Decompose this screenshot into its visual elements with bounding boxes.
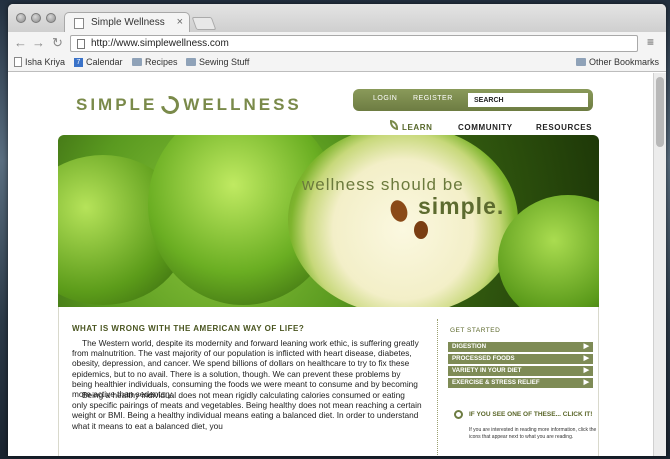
arrow-right-icon: ▶ xyxy=(583,379,589,386)
new-tab-button[interactable] xyxy=(191,17,217,30)
other-bookmarks-label: Other Bookmarks xyxy=(589,57,660,67)
minimize-window-button[interactable] xyxy=(31,13,41,23)
browser-window: Simple Wellness × ← → ↻ http://www.simpl… xyxy=(8,4,666,456)
close-window-button[interactable] xyxy=(16,13,26,23)
bookmark-label: Recipes xyxy=(145,57,178,67)
page-icon xyxy=(74,18,84,29)
sidebar-item-label: VARIETY IN YOUR DIET xyxy=(452,367,522,374)
apple-seed-image xyxy=(414,221,428,239)
nav-resources[interactable]: RESOURCES xyxy=(536,123,592,132)
back-arrow-icon[interactable]: ← xyxy=(14,35,27,51)
hero-tagline: wellness should be xyxy=(302,175,464,194)
bookmark-isha-kriya[interactable]: Isha Kriya xyxy=(14,57,65,67)
folder-icon xyxy=(132,58,142,66)
play-circle-icon[interactable] xyxy=(454,410,463,419)
page-icon xyxy=(77,39,85,49)
bookmark-sewing-stuff[interactable]: Sewing Stuff xyxy=(186,57,249,67)
folder-icon xyxy=(576,58,586,66)
menu-icon[interactable]: ≡ xyxy=(647,35,654,49)
sidebar-item-exercise[interactable]: EXERCISE & STRESS RELIEF ▶ xyxy=(448,378,593,388)
sidebar-item-label: PROCESSED FOODS xyxy=(452,355,515,362)
leaf-swirl-icon xyxy=(157,92,183,118)
forward-arrow-icon[interactable]: → xyxy=(32,35,45,51)
nav-learn[interactable]: LEARN xyxy=(402,123,433,132)
bookmarks-bar: Isha Kriya 7 Calendar Recipes Sewing Stu… xyxy=(8,54,666,72)
main-content: WHAT IS WRONG WITH THE AMERICAN WAY OF L… xyxy=(58,307,599,456)
site-logo[interactable]: SIMPLE WELLNESS xyxy=(76,92,302,118)
bookmark-label: Calendar xyxy=(86,57,123,67)
bookmark-recipes[interactable]: Recipes xyxy=(132,57,178,67)
sidebar-item-variety[interactable]: VARIETY IN YOUR DIET ▶ xyxy=(448,366,593,376)
column-divider xyxy=(437,319,438,456)
clickit-title: IF YOU SEE ONE OF THESE... CLICK IT! xyxy=(469,411,593,418)
bookmark-label: Sewing Stuff xyxy=(199,57,250,67)
get-started-title: GET STARTED xyxy=(450,327,501,334)
address-bar[interactable]: http://www.simplewellness.com xyxy=(70,35,638,52)
nav-community[interactable]: COMMUNITY xyxy=(458,123,513,132)
folder-icon xyxy=(186,58,196,66)
article-paragraph: Being a healthy individual does not mean… xyxy=(72,390,422,431)
arrow-right-icon: ▶ xyxy=(583,343,589,350)
leaf-icon xyxy=(390,120,398,130)
arrow-right-icon: ▶ xyxy=(583,355,589,362)
page-viewport: SIMPLE WELLNESS LOGIN REGISTER LEARN COM… xyxy=(8,73,653,456)
register-link[interactable]: REGISTER xyxy=(413,95,453,102)
bookmark-calendar[interactable]: 7 Calendar xyxy=(74,57,123,67)
hero-banner: wellness should be simple. xyxy=(58,135,599,307)
title-bar: Simple Wellness × xyxy=(8,4,666,33)
browser-toolbar: ← → ↻ http://www.simplewellness.com ≡ xyxy=(8,32,666,54)
sidebar-item-label: EXERCISE & STRESS RELIEF xyxy=(452,379,540,386)
close-tab-icon[interactable]: × xyxy=(177,16,183,28)
logo-text-right: WELLNESS xyxy=(183,95,302,114)
login-link[interactable]: LOGIN xyxy=(373,95,397,102)
scrollbar-thumb[interactable] xyxy=(656,77,664,147)
sidebar-item-label: DIGESTION xyxy=(452,343,487,350)
browser-tab[interactable]: Simple Wellness × xyxy=(64,12,190,33)
page-icon xyxy=(14,57,22,67)
vertical-scrollbar[interactable] xyxy=(653,73,666,456)
search-input[interactable] xyxy=(468,93,588,107)
calendar-icon: 7 xyxy=(74,57,83,67)
clickit-text: If you are interested in reading more in… xyxy=(469,427,597,440)
article-title: WHAT IS WRONG WITH THE AMERICAN WAY OF L… xyxy=(72,324,305,333)
url-text: http://www.simplewellness.com xyxy=(91,38,229,49)
arrow-right-icon: ▶ xyxy=(583,367,589,374)
tab-title: Simple Wellness xyxy=(91,17,165,28)
other-bookmarks[interactable]: Other Bookmarks xyxy=(576,57,659,67)
sidebar-item-processed-foods[interactable]: PROCESSED FOODS ▶ xyxy=(448,354,593,364)
hero-tagline-emphasis: simple. xyxy=(418,193,505,219)
zoom-window-button[interactable] xyxy=(46,13,56,23)
bookmark-label: Isha Kriya xyxy=(25,57,66,67)
reload-icon[interactable]: ↻ xyxy=(52,35,63,51)
sidebar-item-digestion[interactable]: DIGESTION ▶ xyxy=(448,342,593,352)
logo-text-left: SIMPLE xyxy=(76,95,158,114)
login-bar: LOGIN REGISTER xyxy=(353,89,593,111)
